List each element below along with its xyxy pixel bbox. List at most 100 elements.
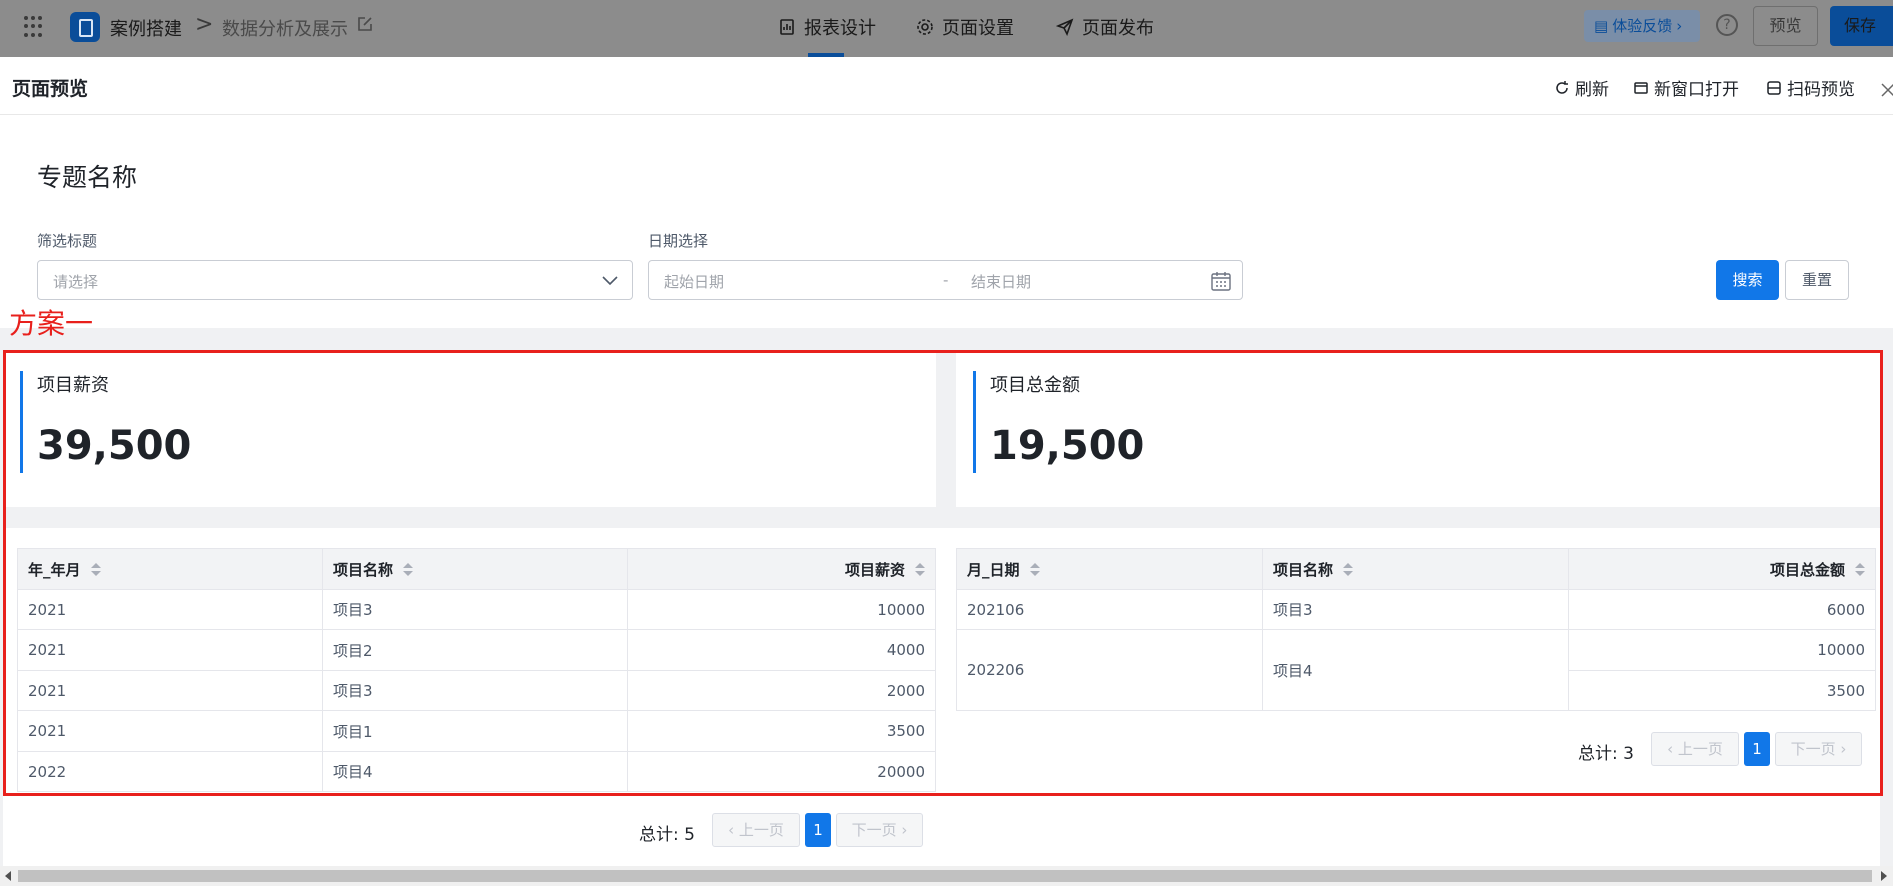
stat-label: 项目总金额 xyxy=(990,375,1080,396)
table-row: 2021 项目2 4000 xyxy=(17,629,936,671)
table-row: 202106 项目3 6000 xyxy=(956,589,1876,630)
sort-icon[interactable] xyxy=(1343,563,1354,577)
column-header[interactable]: 项目总金额 xyxy=(1568,548,1876,590)
prev-page-label: 上一页 xyxy=(738,821,784,839)
prev-page-button[interactable]: ‹ 上一页 xyxy=(1651,732,1739,766)
prev-page-button[interactable]: ‹ 上一页 xyxy=(712,813,800,847)
stat-value: 39,500 xyxy=(37,423,192,469)
scroll-right-icon[interactable] xyxy=(1881,871,1887,881)
scan-preview-label: 扫码预览 xyxy=(1787,80,1855,100)
table-cell: 3500 xyxy=(627,710,936,752)
column-header[interactable]: 项目名称 xyxy=(322,548,628,590)
refresh-button[interactable]: 刷新 xyxy=(1554,75,1609,100)
stat-card-total-amount: 项目总金额 19,500 xyxy=(956,353,1880,507)
top-bar: 案例搭建 > 数据分析及展示 报表设计 页面设置 页面发布 ▤ 体验反馈 › ?… xyxy=(0,0,1893,57)
sort-icon[interactable] xyxy=(90,563,101,577)
table-row: 2021 项目3 2000 xyxy=(17,670,936,711)
table-header-row: 月_日期 项目名称 项目总金额 xyxy=(956,548,1876,590)
gear-icon xyxy=(917,19,933,35)
edit-icon[interactable] xyxy=(356,15,374,33)
open-new-window-label: 新窗口打开 xyxy=(1654,80,1739,100)
current-page-button[interactable]: 1 xyxy=(1744,732,1770,766)
feedback-icon: ▤ xyxy=(1594,17,1609,35)
sort-icon[interactable] xyxy=(1029,563,1040,577)
search-button[interactable]: 搜索 xyxy=(1716,260,1779,300)
date-end-input[interactable]: 结束日期 xyxy=(971,271,1031,292)
panel-title: 页面预览 xyxy=(12,78,89,100)
table-cell: 10000 xyxy=(1568,629,1876,671)
calendar-icon xyxy=(1211,272,1231,291)
stat-value: 19,500 xyxy=(990,423,1145,469)
tab-page-settings[interactable]: 页面设置 xyxy=(916,14,1014,40)
tab-page-publish-label: 页面发布 xyxy=(1082,18,1154,39)
filter-select-placeholder: 请选择 xyxy=(53,273,99,291)
scroll-left-icon[interactable] xyxy=(5,871,11,881)
scrollbar-thumb[interactable] xyxy=(18,870,1872,882)
column-header[interactable]: 月_日期 xyxy=(956,548,1263,590)
feedback-label: 体验反馈 xyxy=(1612,17,1673,35)
table-cell: 项目3 xyxy=(1262,589,1569,630)
open-new-window-button[interactable]: 新窗口打开 xyxy=(1633,75,1739,100)
sort-icon[interactable] xyxy=(915,563,925,577)
preview-button[interactable]: 预览 xyxy=(1753,6,1818,46)
column-header[interactable]: 项目薪资 xyxy=(627,548,936,590)
pagination-total: 总计: 3 xyxy=(1578,744,1634,764)
table-header-row: 年_年月 项目名称 项目薪资 xyxy=(17,548,936,590)
refresh-icon xyxy=(1556,80,1568,94)
pagination-total: 总计: 5 xyxy=(639,825,695,845)
help-icon[interactable]: ? xyxy=(1716,14,1738,36)
feedback-button[interactable]: ▤ 体验反馈 › xyxy=(1584,10,1700,42)
app-grid-icon[interactable] xyxy=(24,16,46,38)
prev-page-label: 上一页 xyxy=(1677,740,1723,758)
column-header-label: 项目名称 xyxy=(1273,560,1334,579)
next-page-button[interactable]: 下一页 › xyxy=(836,813,923,847)
reset-button[interactable]: 重置 xyxy=(1785,260,1849,300)
scan-preview-button[interactable]: 扫码预览 xyxy=(1766,75,1855,100)
active-tab-indicator xyxy=(808,53,844,57)
date-range-separator: - xyxy=(943,271,949,289)
table-cell: 2021 xyxy=(17,710,323,752)
table-cell: 10000 xyxy=(627,589,936,630)
tab-page-publish[interactable]: 页面发布 xyxy=(1056,14,1154,40)
table-row: 202206 项目4 10000 xyxy=(956,629,1876,711)
column-header[interactable]: 项目名称 xyxy=(1262,548,1569,590)
send-icon xyxy=(1056,18,1074,36)
filter-select[interactable]: 请选择 xyxy=(37,260,633,300)
filter-select-label: 筛选标题 xyxy=(37,232,98,250)
table-cell: 202106 xyxy=(956,589,1263,630)
table-row: 2021 项目1 3500 xyxy=(17,710,936,752)
save-button[interactable]: 保存 xyxy=(1830,6,1893,46)
table-cell: 项目1 xyxy=(322,710,628,752)
sort-icon[interactable] xyxy=(1855,563,1865,577)
chevron-right-icon: › xyxy=(1835,740,1847,758)
tab-report-design-label: 报表设计 xyxy=(804,18,876,39)
header-divider xyxy=(0,114,1893,115)
table-cell: 项目3 xyxy=(322,670,628,711)
page-name: 数据分析及展示 xyxy=(222,19,348,40)
sort-icon[interactable] xyxy=(403,563,414,577)
table-row: 2021 项目3 10000 xyxy=(17,589,936,630)
table-cell: 2000 xyxy=(627,670,936,711)
qrcode-icon xyxy=(1767,80,1781,95)
horizontal-scrollbar[interactable] xyxy=(0,866,1893,886)
next-page-label: 下一页 xyxy=(1790,740,1836,758)
date-range-picker[interactable]: 起始日期 - 结束日期 xyxy=(648,260,1243,300)
chevron-right-icon: › xyxy=(896,821,908,839)
refresh-label: 刷新 xyxy=(1575,80,1609,100)
salary-table: 年_年月 项目名称 项目薪资 2021 项目3 10000 2021 项目2 4000 … xyxy=(17,548,936,792)
table-cell: 2022 xyxy=(17,751,323,792)
table-row: 2022 项目4 20000 xyxy=(17,751,936,792)
tab-report-design[interactable]: 报表设计 xyxy=(778,14,876,40)
new-window-icon xyxy=(1634,81,1648,94)
current-page-button[interactable]: 1 xyxy=(805,813,831,847)
amount-table: 月_日期 项目名称 项目总金额 202106 项目3 6000 202206 项… xyxy=(956,548,1876,711)
chevron-left-icon: ‹ xyxy=(728,821,739,839)
stat-accent-bar xyxy=(20,371,23,473)
column-header[interactable]: 年_年月 xyxy=(17,548,323,590)
close-icon[interactable] xyxy=(1880,82,1893,98)
table-cell: 2021 xyxy=(17,589,323,630)
next-page-label: 下一页 xyxy=(851,821,897,839)
next-page-button[interactable]: 下一页 › xyxy=(1775,732,1862,766)
date-start-input[interactable]: 起始日期 xyxy=(664,271,724,292)
app-name[interactable]: 案例搭建 xyxy=(110,15,182,41)
